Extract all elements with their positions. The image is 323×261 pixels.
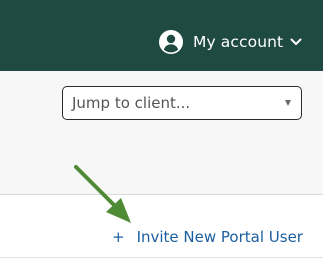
divider — [0, 257, 323, 258]
user-circle-icon — [159, 30, 183, 54]
invite-portal-user-link[interactable]: + Invite New Portal User — [112, 228, 303, 246]
invite-portal-user-label: Invite New Portal User — [136, 228, 303, 246]
jump-to-client-placeholder: Jump to client... — [72, 94, 191, 112]
dropdown-caret-icon — [285, 100, 291, 106]
jump-to-client-select[interactable]: Jump to client... — [62, 86, 302, 120]
top-header: My account — [0, 0, 323, 71]
plus-icon: + — [112, 228, 125, 246]
account-menu-button[interactable]: My account — [158, 29, 302, 55]
account-label: My account — [193, 33, 284, 51]
chevron-down-icon — [290, 38, 302, 45]
